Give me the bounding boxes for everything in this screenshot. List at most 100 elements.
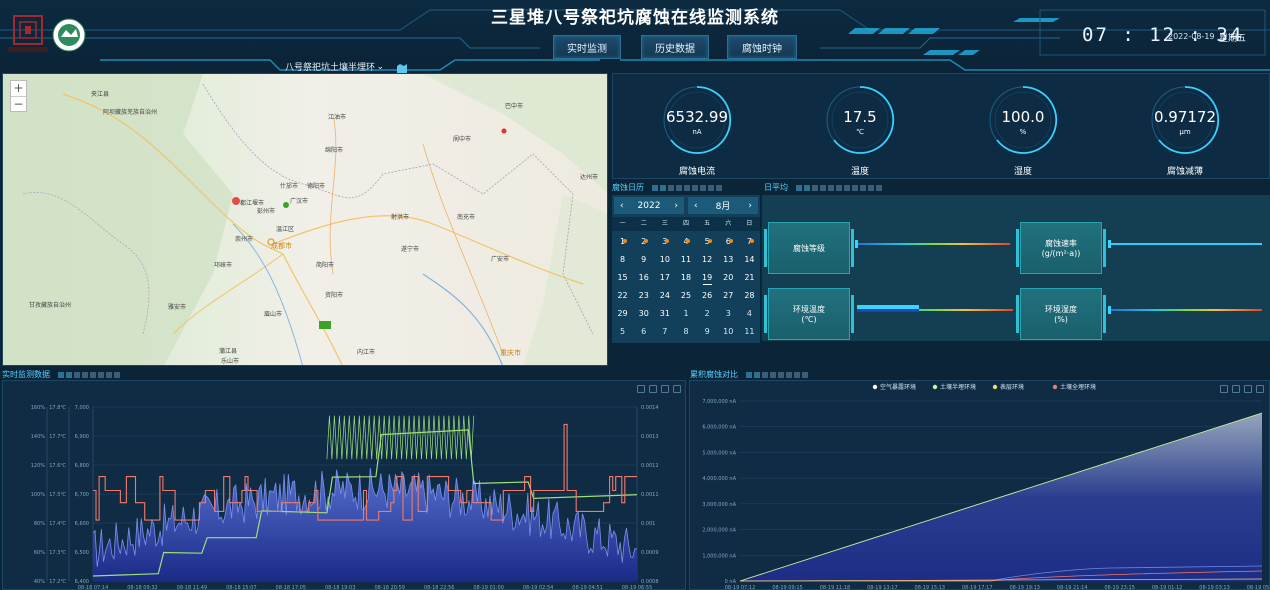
calendar-day[interactable]: 11 xyxy=(739,325,760,343)
calendar-day[interactable]: 2 xyxy=(697,307,718,325)
calendar-day[interactable]: 3 xyxy=(718,307,739,325)
y-tick-label: 2,000,000 nA xyxy=(702,528,736,534)
calendar-day[interactable]: 3 xyxy=(654,235,675,253)
calendar-day[interactable]: 9 xyxy=(633,253,654,271)
refresh-icon[interactable] xyxy=(1232,385,1240,393)
calendar-day[interactable]: 22 xyxy=(612,289,633,307)
nav-history-button[interactable]: 历史数据 xyxy=(641,35,709,59)
calendar-day[interactable]: 28 xyxy=(739,289,760,307)
site-selector[interactable]: 八号祭祀坑土壤半埋环 ⌄ xyxy=(282,60,387,74)
y-tick-pct: 120% xyxy=(31,463,46,469)
download-icon[interactable] xyxy=(637,385,645,393)
gauge-thinning-value: 0.97172 xyxy=(1153,108,1217,126)
calendar-day[interactable]: 12 xyxy=(697,253,718,271)
nav-realtime-button[interactable]: 实时监测 xyxy=(553,35,621,59)
download-icon[interactable] xyxy=(1220,385,1228,393)
chevron-left-icon[interactable]: ‹ xyxy=(620,201,624,211)
calendar-day[interactable]: 14 xyxy=(739,253,760,271)
temperature-fill-base xyxy=(857,309,919,312)
calendar-day[interactable]: 7 xyxy=(739,235,760,253)
x-tick-label: 08-18 11:49 xyxy=(177,585,208,590)
x-tick-label: 08-19 06:55 xyxy=(622,585,653,590)
corrosion-level-bar xyxy=(855,243,1010,245)
calendar-day[interactable]: 2 xyxy=(633,235,654,253)
restore-icon[interactable] xyxy=(673,385,681,393)
series-temperature-line xyxy=(93,423,637,521)
calendar-day[interactable]: 1 xyxy=(675,307,696,325)
x-tick-label: 08-18 20:59 xyxy=(374,585,405,590)
y-tick-pct: 140% xyxy=(31,434,46,440)
y-tick-label: 5,000,000 nA xyxy=(702,450,736,456)
calendar-day[interactable]: 16 xyxy=(633,271,654,289)
map-terrain xyxy=(3,74,607,365)
map-layer-icon[interactable] xyxy=(396,60,408,75)
x-tick-label: 08-19 23:15 xyxy=(1104,585,1135,590)
weekday-label: 三 xyxy=(661,220,668,227)
map-view[interactable]: + − 巴中市 阿坝藏族羌族自治州 江油市 绵阳市 德阳市 什邡市 广汉市 彭州… xyxy=(2,73,608,366)
weekday-label: 六 xyxy=(725,220,732,227)
calendar-day[interactable]: 6 xyxy=(633,325,654,343)
gauge-humidity-value: 100.0 xyxy=(1001,108,1045,126)
calendar-day[interactable]: 18 xyxy=(675,271,696,289)
legend-label: 土壤全埋环境 xyxy=(1060,383,1096,391)
legend-marker xyxy=(992,384,998,390)
x-tick-label: 08-19 17:17 xyxy=(962,585,993,590)
zoom-icon[interactable] xyxy=(1244,385,1252,393)
calendar-day[interactable]: 5 xyxy=(612,325,633,343)
calendar-day[interactable]: 4 xyxy=(739,307,760,325)
calendar-day[interactable]: 23 xyxy=(633,289,654,307)
gauge-thinning: 0.97172 μm 腐蚀减薄 xyxy=(1145,80,1225,180)
city-label: 彭州市 xyxy=(257,208,276,215)
calendar-day[interactable]: 25 xyxy=(675,289,696,307)
calendar-day[interactable]: 8 xyxy=(675,325,696,343)
y-tick-temp: 17.2℃ xyxy=(49,579,66,585)
calendar-day[interactable]: 4 xyxy=(675,235,696,253)
calendar-day[interactable]: 19 xyxy=(697,271,718,289)
clock-date: 2022-08-19 xyxy=(1168,32,1215,41)
calendar-day[interactable]: 17 xyxy=(654,271,675,289)
chevron-right-icon[interactable]: › xyxy=(748,201,752,211)
city-label: 绵阳市 xyxy=(325,147,344,154)
temperature-fill xyxy=(857,305,919,309)
city-label: 崇州市 xyxy=(235,236,254,243)
calendar-day[interactable]: 13 xyxy=(718,253,739,271)
x-tick-label: 08-19 02:54 xyxy=(523,585,554,590)
chevron-left-icon[interactable]: ‹ xyxy=(694,201,698,211)
nav-corrosion-clock-button[interactable]: 腐蚀时钟 xyxy=(727,35,797,59)
calendar-day[interactable]: 10 xyxy=(654,253,675,271)
calendar-day[interactable]: 11 xyxy=(675,253,696,271)
zoom-icon[interactable] xyxy=(661,385,669,393)
calendar-day[interactable]: 27 xyxy=(718,289,739,307)
zoom-out-button[interactable]: − xyxy=(11,96,26,111)
calendar-month-picker: ‹ 8月 › xyxy=(688,197,758,214)
x-tick-label: 08-19 03:13 xyxy=(1199,585,1230,590)
calendar-day[interactable]: 26 xyxy=(697,289,718,307)
calendar-day[interactable]: 31 xyxy=(654,307,675,325)
calendar-day[interactable]: 8 xyxy=(612,253,633,271)
x-tick-label: 08-19 01:00 xyxy=(473,585,504,590)
x-tick-label: 08-19 09:15 xyxy=(772,585,803,590)
calendar-day[interactable]: 29 xyxy=(612,307,633,325)
refresh-icon[interactable] xyxy=(649,385,657,393)
calendar-year-picker: ‹ 2022 › xyxy=(614,197,684,214)
city-label: 阆中市 xyxy=(453,136,472,143)
city-label: 德阳市 xyxy=(307,183,326,190)
calendar-day[interactable]: 6 xyxy=(718,235,739,253)
zoom-in-button[interactable]: + xyxy=(11,81,26,96)
restore-icon[interactable] xyxy=(1256,385,1264,393)
cumulative-toolbox xyxy=(1220,385,1264,393)
city-label: 甘孜藏族自治州 xyxy=(29,302,72,309)
calendar-day[interactable]: 15 xyxy=(612,271,633,289)
calendar-day[interactable]: 10 xyxy=(718,325,739,343)
calendar-day[interactable]: 5 xyxy=(697,235,718,253)
calendar-day[interactable]: 9 xyxy=(697,325,718,343)
calendar-day[interactable]: 21 xyxy=(739,271,760,289)
chevron-right-icon[interactable]: › xyxy=(674,201,678,211)
y-tick-temp: 17.6℃ xyxy=(49,463,66,469)
calendar-day[interactable]: 7 xyxy=(654,325,675,343)
calendar-day[interactable]: 24 xyxy=(654,289,675,307)
calendar-day[interactable]: 1 xyxy=(612,235,633,253)
gauge-humidity-unit: % xyxy=(1019,128,1027,136)
calendar-day[interactable]: 30 xyxy=(633,307,654,325)
calendar-day[interactable]: 20 xyxy=(718,271,739,289)
